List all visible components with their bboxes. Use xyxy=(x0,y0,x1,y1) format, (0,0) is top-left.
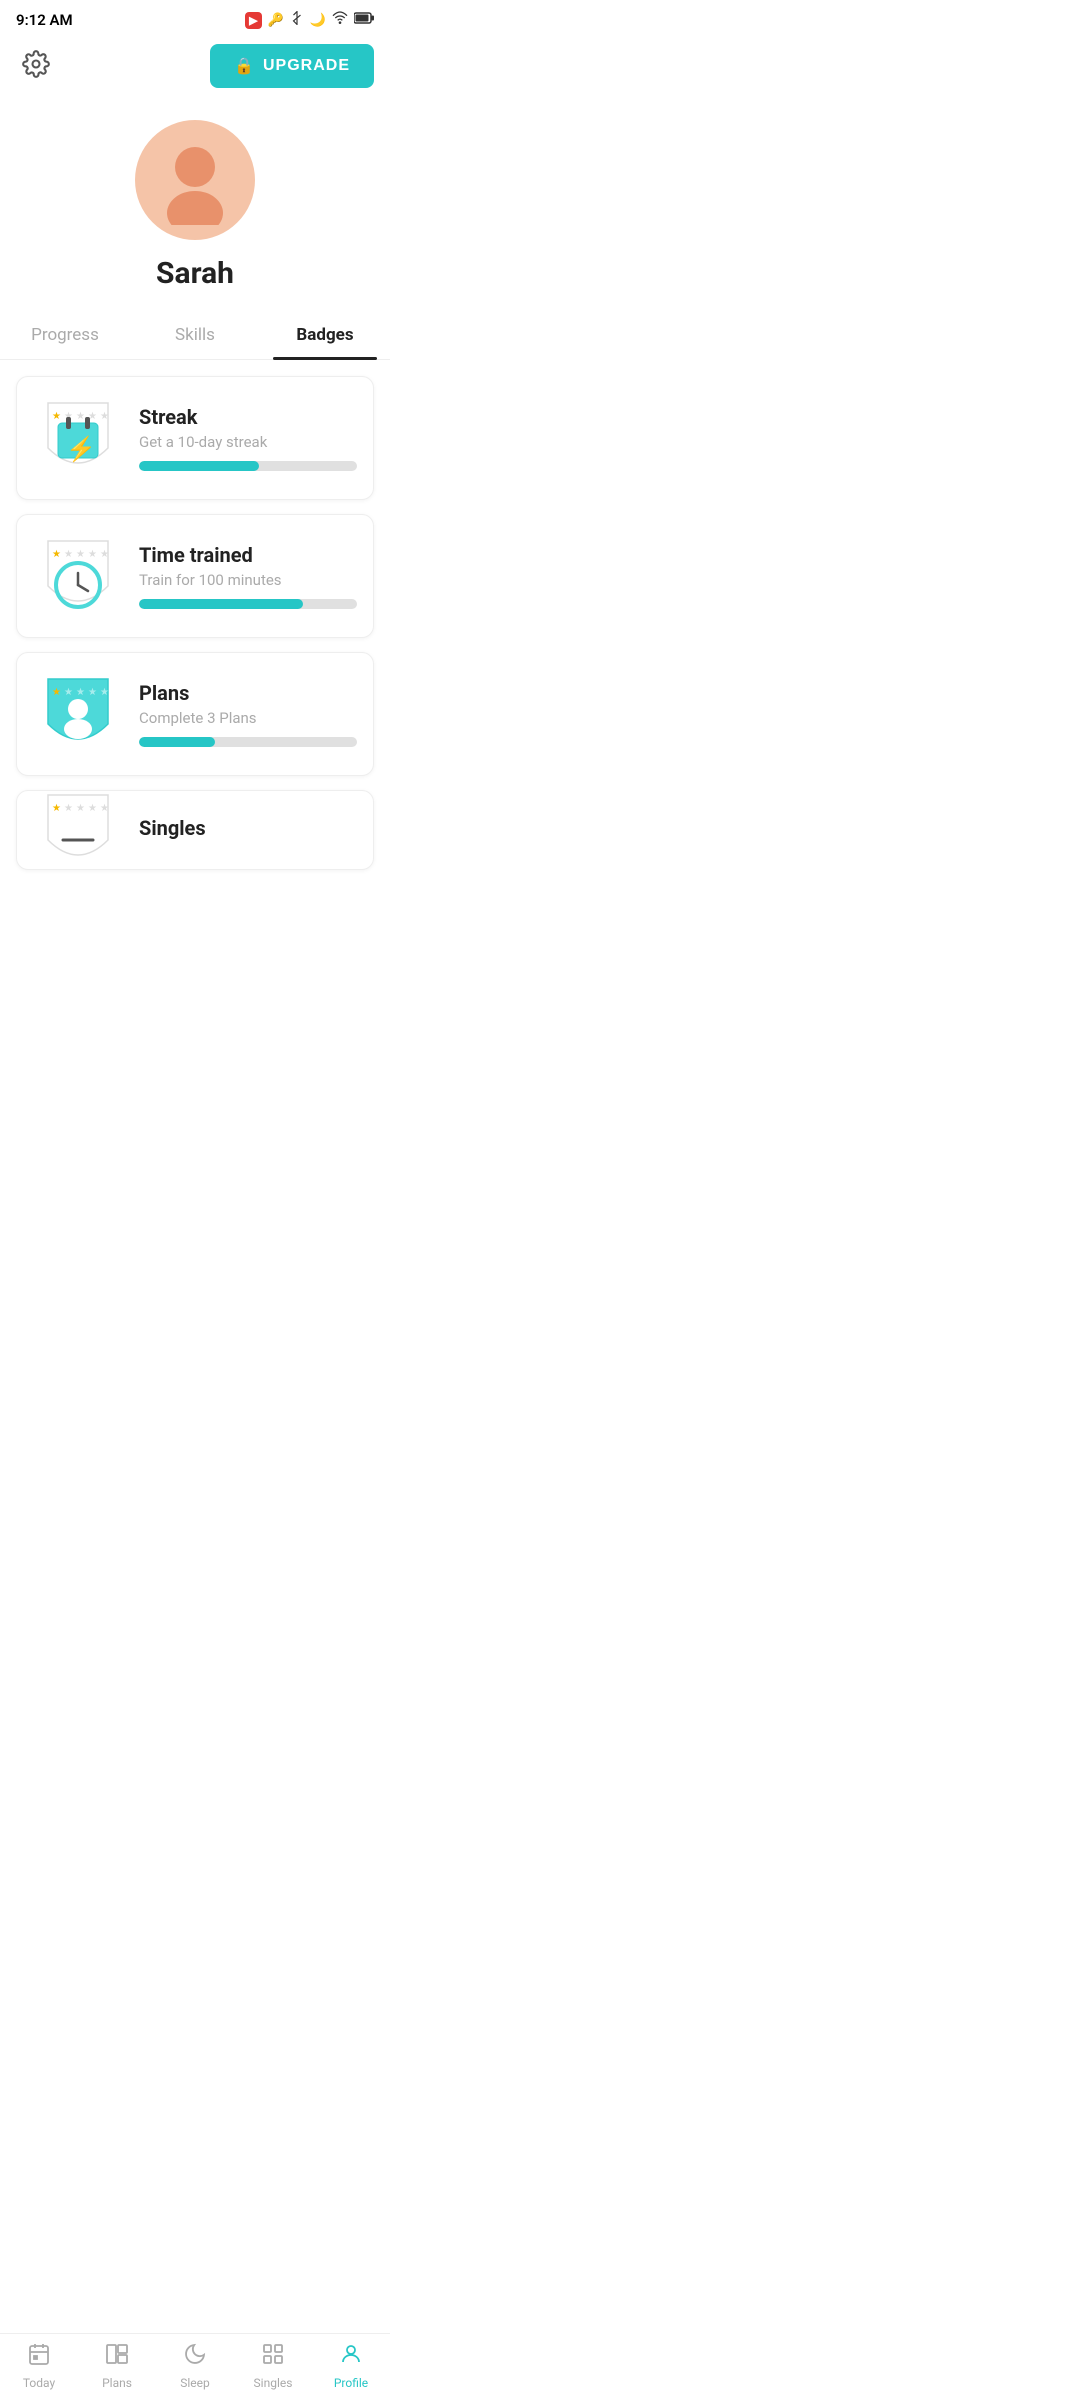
today-icon xyxy=(27,2342,51,2372)
svg-text:★: ★ xyxy=(52,549,61,560)
profile-icon xyxy=(339,2342,363,2372)
svg-text:★: ★ xyxy=(76,803,85,814)
bluetooth-icon xyxy=(290,11,304,29)
singles-badge-info: Singles xyxy=(139,816,357,844)
svg-text:★: ★ xyxy=(76,549,85,560)
nav-plans[interactable]: Plans xyxy=(78,2342,156,2390)
svg-text:★: ★ xyxy=(88,687,97,698)
svg-text:⚡: ⚡ xyxy=(66,435,96,463)
streak-badge-info: Streak Get a 10-day streak xyxy=(139,405,357,471)
tab-badges[interactable]: Badges xyxy=(260,311,390,359)
moon-icon: 🌙 xyxy=(310,13,326,28)
time-trained-badge-info: Time trained Train for 100 minutes xyxy=(139,543,357,609)
time-trained-progress-fill xyxy=(139,599,303,609)
badge-time-trained: ★ ★ ★ ★ ★ Time trained Train for 100 min… xyxy=(16,514,374,638)
svg-text:★: ★ xyxy=(64,803,73,814)
plans-progress-fill xyxy=(139,737,215,747)
profile-section: Sarah xyxy=(0,100,390,311)
streak-progress-fill xyxy=(139,461,259,471)
plans-progress-bg xyxy=(139,737,357,747)
svg-text:★: ★ xyxy=(100,411,109,422)
bottom-nav: Today Plans Sleep Singles xyxy=(0,2333,390,2400)
plans-icon xyxy=(105,2342,129,2372)
svg-text:★: ★ xyxy=(100,803,109,814)
svg-text:★: ★ xyxy=(100,687,109,698)
streak-progress-bg xyxy=(139,461,357,471)
singles-icon xyxy=(261,2342,285,2372)
settings-button[interactable] xyxy=(16,46,56,86)
key-icon: 🔑 xyxy=(268,13,284,28)
nav-plans-label: Plans xyxy=(102,2376,132,2390)
svg-text:★: ★ xyxy=(64,549,73,560)
video-icon: ▶ xyxy=(245,12,261,29)
profile-name: Sarah xyxy=(156,256,234,291)
status-bar: 9:12 AM ▶ 🔑 🌙 xyxy=(0,0,390,36)
time-trained-title: Time trained xyxy=(139,543,357,567)
streak-title: Streak xyxy=(139,405,357,429)
status-icons: ▶ 🔑 🌙 xyxy=(245,10,374,30)
svg-text:★: ★ xyxy=(52,687,61,698)
svg-text:★: ★ xyxy=(52,803,61,814)
lock-icon: 🔒 xyxy=(234,56,255,76)
svg-text:★: ★ xyxy=(76,411,85,422)
status-time: 9:12 AM xyxy=(16,11,73,29)
time-trained-badge-icon: ★ ★ ★ ★ ★ xyxy=(33,531,123,621)
plans-title: Plans xyxy=(139,681,357,705)
plans-desc: Complete 3 Plans xyxy=(139,709,357,727)
nav-sleep-label: Sleep xyxy=(180,2376,210,2390)
upgrade-label: UPGRADE xyxy=(263,57,350,75)
svg-text:★: ★ xyxy=(100,549,109,560)
nav-singles[interactable]: Singles xyxy=(234,2342,312,2390)
nav-today[interactable]: Today xyxy=(0,2342,78,2390)
time-trained-desc: Train for 100 minutes xyxy=(139,571,357,589)
nav-profile-label: Profile xyxy=(334,2376,368,2390)
svg-text:★: ★ xyxy=(64,687,73,698)
sleep-icon xyxy=(183,2342,207,2372)
badge-streak: ★ ★ ★ ★ ★ ⚡ Streak Get a 10-day streak xyxy=(16,376,374,500)
nav-sleep[interactable]: Sleep xyxy=(156,2342,234,2390)
battery-icon xyxy=(354,12,374,28)
nav-singles-label: Singles xyxy=(254,2376,293,2390)
streak-badge-icon: ★ ★ ★ ★ ★ ⚡ xyxy=(33,393,123,483)
wifi-icon xyxy=(332,10,348,30)
svg-text:★: ★ xyxy=(76,687,85,698)
gear-icon xyxy=(22,50,50,82)
plans-badge-info: Plans Complete 3 Plans xyxy=(139,681,357,747)
badge-plans: ★ ★ ★ ★ ★ Plans Complete 3 Plans xyxy=(16,652,374,776)
singles-badge-icon: ★ ★ ★ ★ ★ xyxy=(33,790,123,870)
badges-list: ★ ★ ★ ★ ★ ⚡ Streak Get a 10-day streak xyxy=(0,360,390,886)
svg-text:★: ★ xyxy=(52,411,61,422)
plans-badge-icon: ★ ★ ★ ★ ★ xyxy=(33,669,123,759)
singles-title: Singles xyxy=(139,816,357,840)
profile-tabs: Progress Skills Badges xyxy=(0,311,390,360)
streak-desc: Get a 10-day streak xyxy=(139,433,357,451)
avatar xyxy=(135,120,255,240)
svg-text:★: ★ xyxy=(88,803,97,814)
tab-progress[interactable]: Progress xyxy=(0,311,130,359)
tab-skills[interactable]: Skills xyxy=(130,311,260,359)
nav-profile[interactable]: Profile xyxy=(312,2342,390,2390)
upgrade-button[interactable]: 🔒 UPGRADE xyxy=(210,44,374,88)
nav-today-label: Today xyxy=(23,2376,55,2390)
svg-text:★: ★ xyxy=(88,549,97,560)
badge-singles: ★ ★ ★ ★ ★ Singles xyxy=(16,790,374,870)
time-trained-progress-bg xyxy=(139,599,357,609)
app-header: 🔒 UPGRADE xyxy=(0,36,390,100)
